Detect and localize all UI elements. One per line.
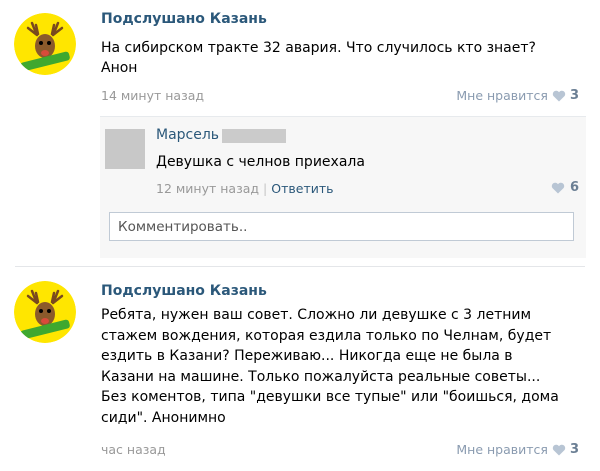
like-button[interactable]: Мне нравится 3 [456,88,579,103]
reply-text: Девушка с челнов приехала [156,154,365,170]
post-author[interactable]: Подслушано Казань [101,11,267,27]
like-label: Мне нравится [456,442,548,457]
post-text: Ребята, нужен ваш совет. Сложно ли девуш… [101,305,561,428]
post-time[interactable]: час назад [101,442,166,457]
post-text-line: стажем вождения, которая ездила только п… [101,327,552,344]
reply-like-button[interactable]: 6 [551,180,579,195]
comment-input[interactable]: Комментировать.. [109,212,574,241]
post-text-line: ездить в Казани? Переживаю... Никогда ещ… [101,348,513,364]
heart-icon [551,182,565,193]
group-avatar-deer-icon[interactable] [14,281,76,343]
reply-time[interactable]: 12 минут назад [156,181,259,196]
post-text-line: Казани на машине. Только пожалуйста реал… [101,368,541,385]
reply-author[interactable]: Марсель [156,127,219,143]
post-2: Подслушано Казань Ребята, нужен ваш сове… [0,267,600,471]
like-label: Мне нравится [456,88,548,103]
group-avatar-deer-icon[interactable] [14,13,76,75]
like-count: 3 [569,442,579,457]
post-text-line: сиди". Анонимно [101,409,226,426]
reply-button[interactable]: Ответить [271,181,333,196]
post-1: Подслушано Казань На сибирском тракте 32… [0,0,600,266]
reply-like-count: 6 [569,180,579,195]
heart-icon [552,90,566,101]
post-text-line: Анон [101,60,138,76]
post-text: На сибирском тракте 32 авария. Что случи… [101,38,561,78]
post-text-line: Без коментов, типа "девушки все тупые" и… [101,389,559,405]
like-count: 3 [569,88,579,103]
replies-section: Марсель Девушка с челнов приехала 12 мин… [100,116,586,258]
post-text-line: На сибирском тракте 32 авария. Что случи… [101,40,536,56]
post-time[interactable]: 14 минут назад [101,88,204,103]
redacted-surname [222,129,286,143]
like-button[interactable]: Мне нравится 3 [456,442,579,457]
heart-icon [552,444,566,455]
reply-avatar[interactable] [105,129,145,169]
meta-divider: | [263,181,268,196]
post-text-line: Ребята, нужен ваш совет. Сложно ли девуш… [101,307,532,323]
reply-meta: 12 минут назад | Ответить [156,181,334,196]
post-author[interactable]: Подслушано Казань [101,283,267,299]
